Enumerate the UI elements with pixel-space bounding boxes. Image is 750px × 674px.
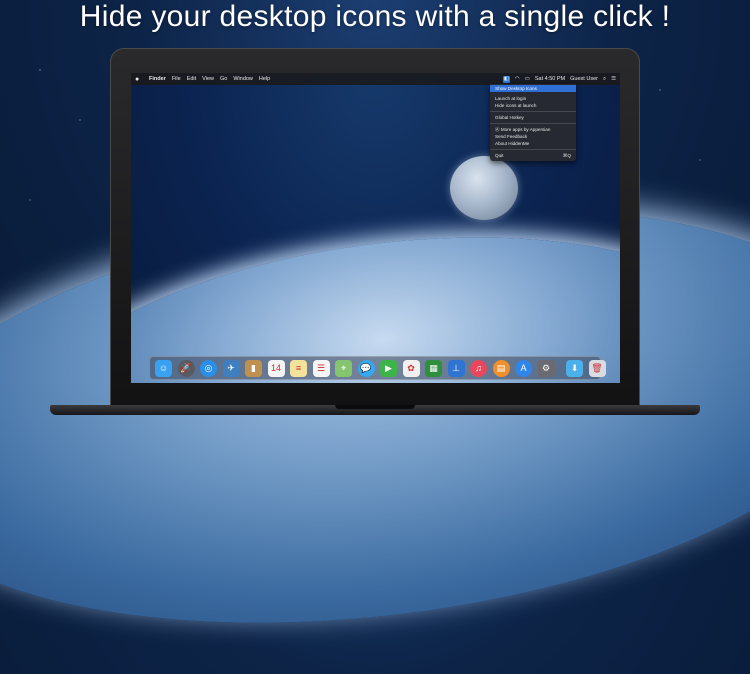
system-preferences-glyph: ⚙ [541, 362, 551, 373]
menu-file[interactable]: File [172, 76, 181, 82]
itunes-glyph: ♫ [475, 363, 482, 373]
itunes-icon[interactable]: ♫ [470, 359, 487, 377]
menu-item-launch-at-login[interactable]: Launch at login [490, 95, 576, 102]
downloads-folder-icon[interactable]: ⬇ [566, 359, 583, 377]
menu-item-label: Launch at login [495, 95, 527, 101]
keynote-icon[interactable]: ⊥ [447, 359, 465, 377]
trash-icon[interactable]: 🗑 [588, 359, 606, 377]
menu-separator [490, 123, 576, 124]
notification-center-icon[interactable]: ☰ [611, 76, 616, 82]
menu-edit[interactable]: Edit [187, 76, 196, 82]
menu-item-label: Send Feedback [495, 133, 528, 139]
ibooks-icon[interactable]: ▤ [492, 359, 510, 377]
wifi-icon[interactable]: ◠ [515, 76, 520, 82]
menu-item-label: More apps by Appersian [500, 126, 551, 132]
facetime-glyph: ▶ [385, 362, 392, 373]
finder-glyph: ☺ [158, 363, 169, 373]
hider-app-icon[interactable]: ◧ [502, 75, 510, 83]
notes-glyph: ≡ [295, 363, 302, 373]
menu-user[interactable]: Guest User [570, 76, 598, 82]
numbers-icon[interactable]: ▦ [425, 359, 442, 377]
spotlight-icon[interactable]: ⌕ [603, 76, 606, 83]
menu-item-label: Quit [495, 152, 504, 158]
menu-item-show-desktop-icons[interactable]: Show Desktop Icons [490, 85, 576, 92]
keynote-glyph: ⊥ [452, 362, 460, 373]
ibooks-glyph: ▤ [496, 362, 506, 373]
notes-icon[interactable]: ≡ [290, 359, 307, 377]
menu-separator [490, 111, 576, 112]
numbers-glyph: ▦ [429, 362, 438, 373]
menu-item-send-feedback[interactable]: Send Feedback [490, 133, 576, 140]
battery-icon[interactable]: ▭ [525, 76, 530, 82]
menu-help[interactable]: Help [259, 76, 270, 82]
headline: Hide your desktop icons with a single cl… [79, 0, 671, 33]
menu-item-label: About HiddenMe [495, 140, 530, 146]
contacts-icon[interactable]: ▮ [245, 359, 262, 377]
desktop-screen: ● Finder File Edit View Go Window Help ◧… [131, 73, 620, 383]
app-store-icon[interactable]: A [515, 359, 532, 377]
photo-viewer-glyph: ✈ [227, 362, 235, 373]
menu-item-quit[interactable]: Quit ⌘Q [490, 152, 576, 159]
hider-dropdown-menu: Show Desktop Icons Launch at login Hide … [490, 84, 576, 161]
menu-clock[interactable]: Sat 4:50 PM [535, 76, 565, 82]
menu-item-about[interactable]: About HiddenMe [490, 140, 576, 147]
photos-glyph: ✿ [407, 362, 415, 373]
launchpad-icon[interactable]: 🚀 [177, 359, 195, 377]
launchpad-glyph: 🚀 [180, 362, 192, 373]
messages-glyph: 💬 [360, 362, 372, 373]
maps-icon[interactable]: ⌖ [335, 359, 352, 377]
menu-view[interactable]: View [202, 76, 214, 82]
menu-item-label: Show Desktop Icons [495, 85, 537, 91]
reminders-icon[interactable]: ☰ [312, 359, 330, 377]
menu-item-global-hotkey[interactable]: Global Hotkey [490, 114, 576, 121]
messages-icon[interactable]: 💬 [357, 359, 375, 377]
maps-glyph: ⌖ [340, 362, 347, 373]
finder-icon[interactable]: ☺ [155, 359, 172, 377]
menu-finder[interactable]: Finder [149, 76, 166, 82]
menu-go[interactable]: Go [220, 76, 227, 82]
apple-icon[interactable]: ● [135, 76, 143, 83]
calendar-icon[interactable]: 14 [267, 359, 285, 377]
reminders-glyph: ☰ [316, 362, 326, 373]
laptop-notch [335, 405, 415, 409]
menu-item-hide-icons-at-launch[interactable]: Hide icons at launch [490, 102, 576, 109]
contacts-glyph: ▮ [251, 362, 256, 373]
app-store-glyph: A [520, 363, 527, 373]
menu-item-label: Global Hotkey [495, 114, 524, 120]
menu-separator [490, 149, 576, 150]
safari-icon[interactable]: ◎ [200, 359, 217, 377]
downloads-folder-glyph: ⬇ [570, 362, 579, 373]
calendar-glyph: 14 [270, 363, 281, 373]
photo-viewer-icon[interactable]: ✈ [222, 359, 240, 377]
menu-window[interactable]: Window [233, 76, 253, 82]
photos-icon[interactable]: ✿ [402, 359, 420, 377]
menu-bar-status-area: ◧ ◠ ▭ Sat 4:50 PM Guest User ⌕ ☰ [498, 75, 616, 83]
dock: ☺ 🚀 ◎ ✈ ▮ 14 ≡ ☰ ⌖ 💬 ▶ ✿ ▦ ⊥ ♫ ▤ A ⚙ ⬇ 🗑 [149, 356, 606, 380]
facetime-icon[interactable]: ▶ [380, 359, 397, 377]
desktop-wallpaper-moon [450, 156, 518, 220]
menu-item-shortcut: ⌘Q [562, 152, 571, 158]
menu-item-label: Hide icons at launch [495, 102, 537, 108]
menu-item-more-apps[interactable]: Ⓐ More apps by Appersian [490, 126, 576, 133]
safari-glyph: ◎ [204, 362, 213, 373]
system-preferences-icon[interactable]: ⚙ [537, 359, 555, 377]
trash-glyph: 🗑 [591, 362, 603, 373]
